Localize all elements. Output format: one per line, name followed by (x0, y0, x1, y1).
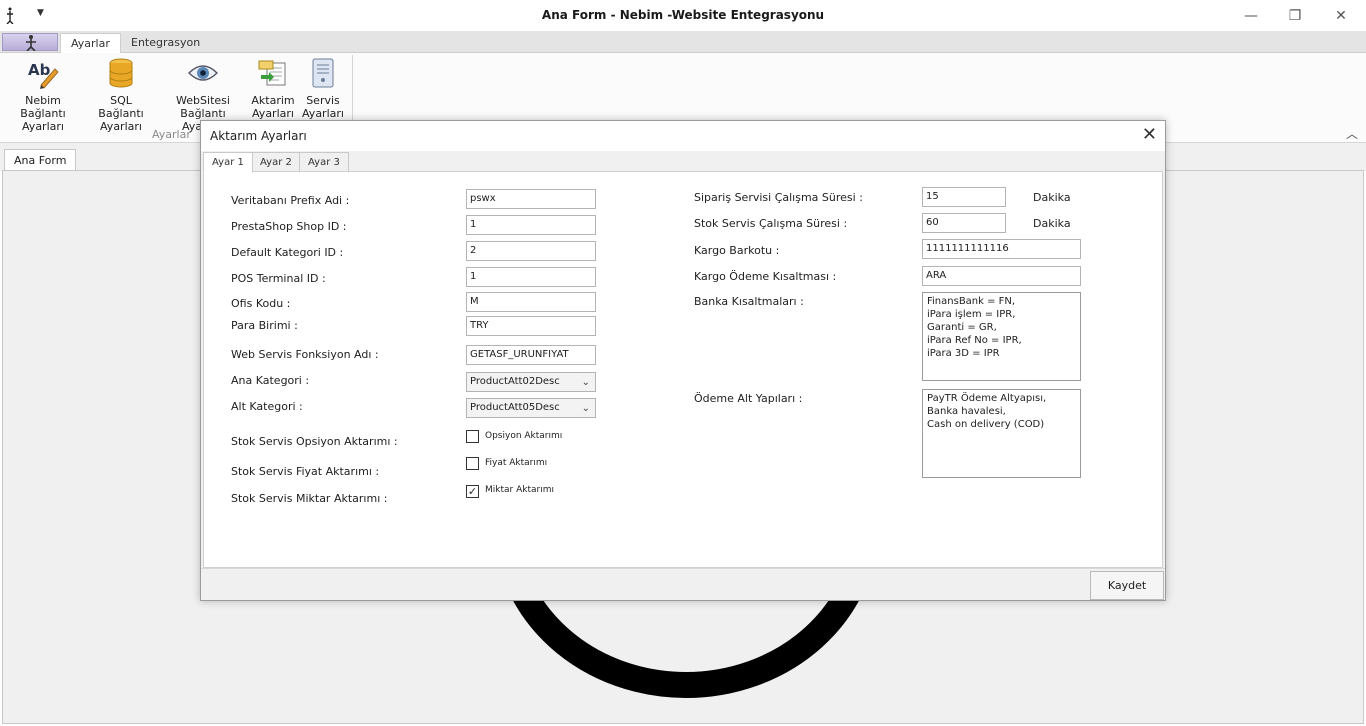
app-menu-icon (26, 35, 36, 51)
sub-category-value: ProductAtt05Desc (470, 402, 560, 413)
pos-id-input[interactable]: 1 (466, 267, 596, 287)
main-category-value: ProductAtt02Desc (470, 376, 560, 387)
ribbon-tab-ayarlar[interactable]: Ayarlar (60, 33, 121, 54)
sub-category-label: Alt Kategori : (231, 400, 303, 413)
currency-input[interactable]: TRY (466, 316, 596, 336)
ws-function-label: Web Servis Fonksiyon Adı : (231, 348, 379, 361)
dialog-close-button[interactable]: ✕ (1142, 125, 1157, 145)
chevron-down-icon: ⌄ (581, 377, 590, 388)
cargo-barcode-input[interactable]: 1111111111116 (922, 239, 1081, 259)
chevron-down-icon: ⌄ (581, 403, 590, 414)
price-transfer-check-label[interactable]: Fiyat Aktarımı (485, 458, 547, 468)
button-label: SQL Bağlantı (98, 94, 144, 120)
bank-abbrev-textarea[interactable]: FinansBank = FN, iPara işlem = IPR, Gara… (922, 292, 1081, 381)
button-label: Ayarları (22, 120, 64, 133)
bank-abbrev-label: Banka Kısaltmaları : (694, 295, 804, 308)
tab-ana-form[interactable]: Ana Form (4, 149, 77, 172)
ribbon-group-label: Ayarlar (152, 128, 191, 141)
memo-line: Banka havalesi, (927, 406, 1006, 417)
prefix-label: Veritabanı Prefix Adi : (231, 194, 350, 207)
button-label: Ayarları (252, 107, 294, 120)
currency-label: Para Birimi : (231, 319, 298, 332)
cargo-payment-label: Kargo Ödeme Kısaltması : (694, 270, 837, 283)
svg-text:Ab: Ab (28, 61, 51, 79)
ab-pencil-icon: Ab (28, 61, 59, 89)
memo-line: iPara işlem = IPR, (927, 309, 1016, 320)
memo-line: Cash on delivery (COD) (927, 419, 1045, 430)
title-bar: ▼ Ana Form - Nebim -Website Entegrasyonu… (0, 0, 1366, 31)
payment-infra-textarea[interactable]: PayTR Ödeme Altyapısı, Banka havalesi, C… (922, 389, 1081, 478)
memo-line: FinansBank = FN, (927, 296, 1016, 307)
transfer-icon (258, 60, 286, 86)
qty-transfer-label: Stok Servis Miktar Aktarımı : (231, 492, 388, 505)
stock-interval-label: Stok Servis Çalışma Süresi : (694, 217, 848, 230)
button-label: Ayarları (100, 120, 142, 133)
ribbon-tab-entegrasyon[interactable]: Entegrasyon (121, 33, 210, 54)
order-interval-input[interactable]: 15 (922, 187, 1006, 207)
minimize-button[interactable]: — (1228, 0, 1274, 31)
cargo-payment-input[interactable]: ARA (922, 266, 1081, 286)
price-transfer-label: Stok Servis Fiyat Aktarımı : (231, 465, 380, 478)
service-settings-button[interactable]: Servis Ayarları (300, 57, 346, 120)
ribbon-tab-strip: Ayarlar Entegrasyon (0, 31, 1366, 54)
close-window-button[interactable]: ✕ (1318, 0, 1364, 31)
pos-id-label: POS Terminal ID : (231, 272, 326, 285)
button-label: Servis (306, 94, 340, 107)
qty-transfer-check-label[interactable]: Miktar Aktarımı (485, 485, 554, 495)
office-code-label: Ofis Kodu : (231, 297, 291, 310)
shop-id-label: PrestaShop Shop ID : (231, 220, 347, 233)
payment-infra-label: Ödeme Alt Yapıları : (694, 392, 803, 405)
collapse-ribbon-icon[interactable]: ︿ (1346, 125, 1358, 142)
button-label: Aktarim (251, 94, 295, 107)
button-label: Ayarları (302, 107, 344, 120)
tab-ayar-1[interactable]: Ayar 1 (203, 152, 253, 173)
memo-line: iPara Ref No = IPR, (927, 335, 1022, 346)
service-icon (312, 58, 334, 88)
stock-interval-input[interactable]: 60 (922, 213, 1006, 233)
option-transfer-checkbox[interactable] (466, 430, 479, 443)
memo-line: Garanti = GR, (927, 322, 997, 333)
category-id-input[interactable]: 2 (466, 241, 596, 261)
database-icon (109, 58, 133, 88)
option-transfer-label: Stok Servis Opsiyon Aktarımı : (231, 435, 398, 448)
prefix-input[interactable]: pswx (466, 189, 596, 209)
qty-transfer-checkbox[interactable]: ✓ (466, 485, 479, 498)
dialog-title-bar: Aktarım Ayarları ✕ (201, 121, 1165, 151)
button-label: Nebim Bağlantı (20, 94, 66, 120)
tab-ayar-2[interactable]: Ayar 2 (251, 152, 301, 172)
save-button[interactable]: Kaydet (1090, 571, 1164, 600)
memo-line: iPara 3D = IPR (927, 348, 1000, 359)
order-interval-label: Sipariş Servisi Çalışma Süresi : (694, 191, 863, 204)
button-label: WebSitesi (176, 94, 230, 107)
option-transfer-check-label[interactable]: Opsiyon Aktarımı (485, 431, 562, 441)
shop-id-input[interactable]: 1 (466, 215, 596, 235)
sub-category-select[interactable]: ProductAtt05Desc ⌄ (466, 398, 596, 418)
price-transfer-checkbox[interactable] (466, 457, 479, 470)
settings-panel: Veritabanı Prefix Adi : pswx PrestaShop … (203, 171, 1163, 568)
office-code-input[interactable]: M (466, 292, 596, 312)
tab-ayar-3[interactable]: Ayar 3 (299, 152, 349, 172)
window-title: Ana Form - Nebim -Website Entegrasyonu (541, 8, 825, 22)
eye-icon (188, 65, 218, 81)
transfer-settings-button[interactable]: Aktarim Ayarları (248, 57, 298, 120)
main-category-select[interactable]: ProductAtt02Desc ⌄ (466, 372, 596, 392)
order-interval-unit: Dakika (1033, 191, 1071, 204)
application-menu-button[interactable] (2, 33, 58, 51)
restore-button[interactable]: ❐ (1272, 0, 1318, 31)
sql-connection-settings-button[interactable]: SQL Bağlantı Ayarları (86, 57, 156, 133)
ws-function-input[interactable]: GETASF_URUNFIYAT (466, 345, 596, 365)
nebim-connection-settings-button[interactable]: Ab Nebim Bağlantı Ayarları (4, 57, 82, 133)
dialog-title: Aktarım Ayarları (210, 129, 307, 143)
category-id-label: Default Kategori ID : (231, 246, 344, 259)
cargo-barcode-label: Kargo Barkotu : (694, 244, 780, 257)
main-category-label: Ana Kategori : (231, 374, 310, 387)
transfer-settings-dialog: Aktarım Ayarları ✕ Ayar 1 Ayar 2 Ayar 3 … (200, 120, 1166, 601)
dialog-footer: Kaydet (201, 568, 1165, 600)
memo-line: PayTR Ödeme Altyapısı, (927, 393, 1047, 404)
stock-interval-unit: Dakika (1033, 217, 1071, 230)
